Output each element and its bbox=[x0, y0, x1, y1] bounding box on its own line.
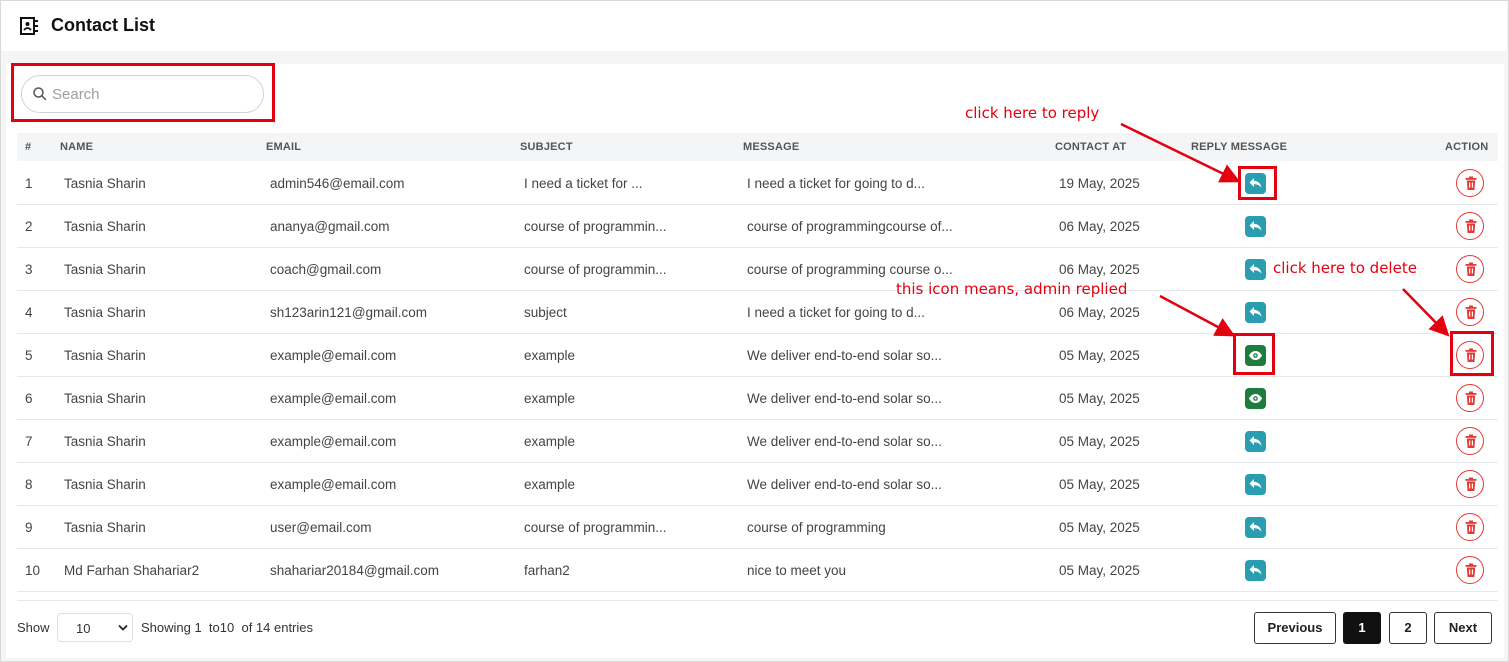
arrow-to-delete bbox=[1402, 288, 1450, 337]
arrow-to-replied bbox=[1159, 294, 1236, 337]
arrow-to-reply bbox=[1120, 122, 1241, 183]
annotation-arrows bbox=[1120, 122, 1450, 337]
